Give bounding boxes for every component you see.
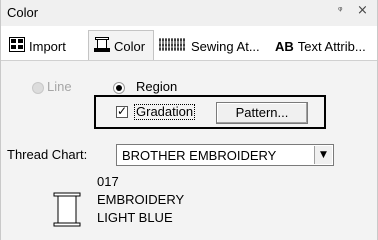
tab-import[interactable]: Import <box>9 34 66 58</box>
tab-sewing-attributes[interactable]: Sewing At... <box>159 34 260 58</box>
thread-number: 017 <box>97 174 119 189</box>
text-attributes-icon: AB <box>275 38 294 54</box>
gradation-label: Gradation <box>134 104 196 120</box>
color-panel: Color ᵠ × Import Color Sewing At... AB T… <box>0 0 378 240</box>
close-icon[interactable]: × <box>357 3 368 18</box>
tab-bar: Import Color Sewing At... AB Text Attrib… <box>1 26 377 61</box>
gradation-checkbox[interactable]: ✓ <box>116 104 128 118</box>
region-radio-label: Region <box>136 79 178 94</box>
tab-text-attributes[interactable]: AB Text Attrib... <box>275 34 366 58</box>
tab-text-attributes-label: Text Attrib... <box>297 38 366 54</box>
thread-color-name: LIGHT BLUE <box>97 210 173 225</box>
panel-title: Color <box>7 5 39 20</box>
tab-import-label: Import <box>29 38 66 54</box>
pattern-button[interactable]: Pattern... <box>216 102 308 124</box>
chevron-down-icon[interactable]: ▼ <box>314 146 332 164</box>
region-radio[interactable] <box>113 82 125 94</box>
check-icon: ✓ <box>117 104 128 118</box>
tab-color[interactable]: Color <box>94 34 145 58</box>
tab-sewing-attributes-label: Sewing At... <box>191 38 260 54</box>
import-icon <box>9 37 25 55</box>
sewing-attributes-icon <box>159 37 187 55</box>
thread-chart-value: BROTHER EMBROIDERY <box>122 148 277 163</box>
color-icon <box>94 37 110 55</box>
thread-spool-icon <box>53 192 81 233</box>
line-radio[interactable] <box>32 82 44 94</box>
thread-chart-select[interactable]: BROTHER EMBROIDERY ▼ <box>116 144 334 166</box>
thread-chart-label: Thread Chart: <box>7 147 88 162</box>
tab-color-label: Color <box>114 38 146 54</box>
panel-titlebar: Color ᵠ × <box>1 0 377 26</box>
pin-icon[interactable]: ᵠ <box>338 4 343 17</box>
line-radio-label: Line <box>47 79 72 94</box>
thread-brand: EMBROIDERY <box>97 192 185 207</box>
